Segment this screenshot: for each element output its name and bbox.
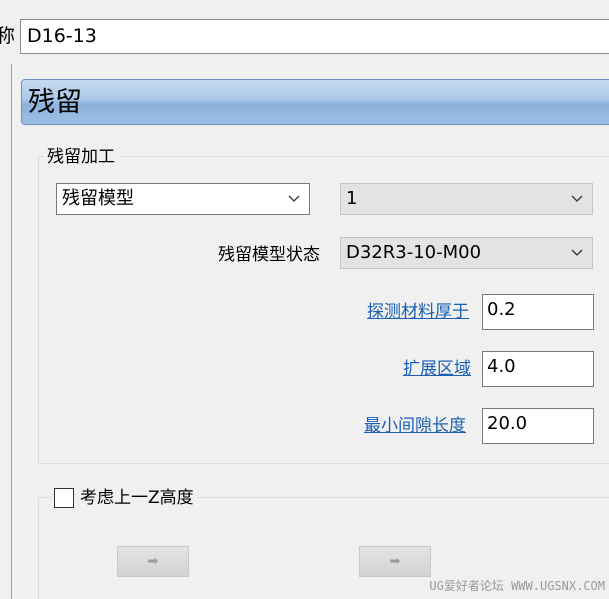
section-title: 残留 (28, 87, 82, 118)
residual-model-state-select[interactable]: D32R3-10-M00 (340, 237, 593, 269)
expand-area-link[interactable]: 扩展区域 (403, 358, 471, 380)
arrow-right-button[interactable]: ➡ (117, 546, 189, 577)
arrow-right-button-2[interactable]: ➡ (359, 546, 431, 577)
residual-method-select[interactable]: 残留模型 (56, 183, 310, 215)
residual-index-value: 1 (346, 188, 358, 209)
residual-model-state-value: D32R3-10-M00 (346, 242, 482, 263)
expand-area-input[interactable]: 4.0 (482, 351, 594, 387)
left-panel-edge (0, 64, 12, 599)
detect-thickness-link[interactable]: 探测材料厚于 (367, 301, 469, 323)
section-header[interactable]: 残留 (21, 79, 609, 125)
forum-watermark: UG爱好者论坛 WWW.UGSNX.COM (429, 579, 605, 593)
name-field[interactable]: D16-13 (20, 19, 609, 54)
residual-index-select[interactable]: 1 (340, 183, 593, 215)
name-row: 称 D16-13 (0, 0, 609, 64)
chevron-down-icon (571, 195, 583, 202)
previous-z-checkbox-label: 考虑上一Z高度 (80, 488, 194, 508)
arrow-right-icon: ➡ (147, 554, 159, 569)
previous-z-checkbox[interactable] (54, 488, 74, 508)
previous-z-checkbox-row[interactable]: 考虑上一Z高度 (52, 486, 198, 510)
detect-thickness-input[interactable]: 0.2 (482, 294, 594, 330)
residual-model-state-label: 残留模型状态 (218, 245, 320, 265)
chevron-down-icon (571, 249, 583, 256)
residual-method-value: 残留模型 (62, 188, 134, 209)
min-gap-length-link[interactable]: 最小间隙长度 (364, 415, 466, 437)
residual-machining-group-title: 残留加工 (44, 145, 119, 169)
chevron-down-icon (288, 195, 300, 202)
min-gap-length-input[interactable]: 20.0 (482, 408, 594, 444)
name-label: 称 (0, 25, 16, 47)
arrow-right-icon: ➡ (389, 554, 401, 569)
dialog-root: 称 D16-13 残留 残留加工 残留模型 1 残留模型状态 D32R3-10-… (0, 0, 609, 599)
